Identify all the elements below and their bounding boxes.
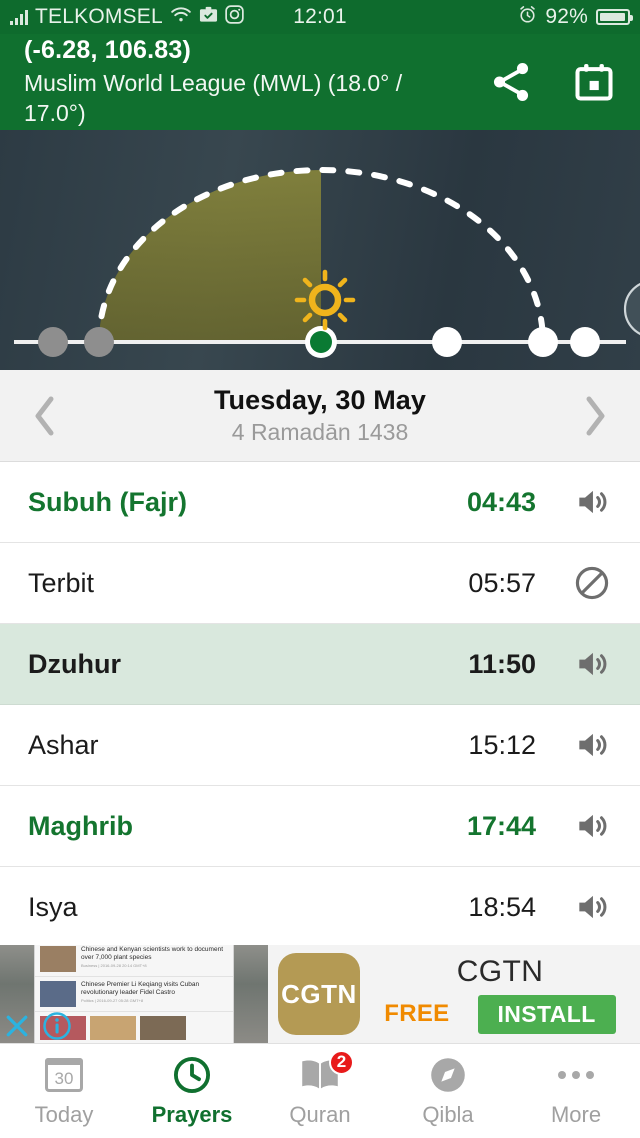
- bottom-navigation: 30 Today Prayers 2 Quran Qibla More: [0, 1043, 640, 1138]
- no-sound-icon[interactable]: [570, 564, 614, 602]
- signal-bars-icon: [10, 9, 28, 25]
- close-icon[interactable]: [2, 1011, 32, 1041]
- quran-badge: 2: [329, 1049, 354, 1075]
- ad-headline-text: Chinese and Kenyan scientists work to do…: [81, 946, 223, 962]
- ad-headline-2: Chinese Premier Li Keqiang visits Cuban …: [35, 977, 233, 1012]
- speaker-on-icon[interactable]: [570, 726, 614, 764]
- share-icon[interactable]: [488, 59, 534, 105]
- nav-label: Quran: [289, 1101, 351, 1127]
- ad-thumbnail: [40, 981, 76, 1007]
- ellipsis-icon: [555, 1055, 597, 1095]
- prayer-name: Subuh (Fajr): [28, 486, 187, 517]
- sun-path-graphic: [14, 167, 626, 358]
- ad-screenshot: Chinese and Kenyan scientists work to do…: [0, 945, 268, 1043]
- speaker-on-icon[interactable]: [570, 483, 614, 521]
- clock-icon: [171, 1055, 213, 1095]
- briefcase-check-icon: [199, 5, 218, 30]
- nav-label: More: [550, 1101, 602, 1127]
- nav-item-prayers[interactable]: Prayers: [128, 1044, 256, 1138]
- calendar-30-icon: 30: [45, 1055, 83, 1095]
- app-header: (-6.28, 106.83) Muslim World League (MWL…: [0, 34, 640, 130]
- prayer-time: 15:12: [468, 729, 536, 760]
- prayer-row-subuh[interactable]: Subuh (Fajr) 04:43: [0, 462, 640, 543]
- next-day-button[interactable]: [580, 393, 610, 439]
- marker-past-1[interactable]: [38, 327, 68, 357]
- speaker-on-icon[interactable]: [570, 888, 614, 926]
- nav-item-quran[interactable]: 2 Quran: [256, 1044, 384, 1138]
- marker-upcoming-2[interactable]: [528, 327, 558, 357]
- coordinates-label: (-6.28, 106.83): [24, 36, 191, 65]
- location-info[interactable]: (-6.28, 106.83) Muslim World League (MWL…: [24, 35, 470, 128]
- prayer-row-maghrib[interactable]: Maghrib 17:44: [0, 786, 640, 867]
- prayer-name: Isya: [28, 891, 78, 922]
- previous-day-button[interactable]: [30, 393, 60, 439]
- prayer-time: 18:54: [468, 891, 536, 922]
- speaker-on-icon[interactable]: [570, 807, 614, 845]
- marker-upcoming-3[interactable]: [570, 327, 600, 357]
- wifi-icon: [170, 5, 192, 29]
- nav-item-today[interactable]: 30 Today: [0, 1044, 128, 1138]
- ad-app-logo: CGTN: [278, 953, 360, 1035]
- nav-label: Today: [34, 1101, 94, 1127]
- ad-grid-tile: [140, 1016, 186, 1040]
- ad-content[interactable]: CGTN CGTN FREE INSTALL: [268, 945, 640, 1043]
- ad-install-button[interactable]: INSTALL: [477, 994, 616, 1034]
- ad-headline-text: Chinese Premier Li Keqiang visits Cuban …: [81, 981, 200, 997]
- calendar-icon[interactable]: [572, 60, 616, 104]
- ad-headline-meta: Politics | 2016-09-27 05:28 GMT+8: [81, 998, 144, 1004]
- prayer-row-terbit[interactable]: Terbit 05:57: [0, 543, 640, 624]
- prayer-name: Ashar: [28, 729, 99, 760]
- ad-banner[interactable]: Chinese and Kenyan scientists work to do…: [0, 945, 640, 1043]
- speaker-on-icon[interactable]: [570, 645, 614, 683]
- prayer-time: 04:43: [466, 486, 536, 517]
- nav-label: Qibla: [422, 1101, 474, 1127]
- compass-icon: [427, 1055, 469, 1095]
- prayer-time: 11:50: [468, 648, 536, 679]
- prayer-name: Maghrib: [28, 810, 133, 841]
- ad-grid-tile: [90, 1016, 136, 1040]
- alarm-clock-icon: [518, 5, 537, 30]
- sun-path-panel: [0, 130, 640, 370]
- prayer-times-list: Subuh (Fajr) 04:43 Terbit 05:57 Dzuhur 1…: [0, 462, 640, 948]
- prayer-row-dzuhur[interactable]: Dzuhur 11:50: [0, 624, 640, 705]
- ad-app-title: CGTN: [456, 954, 544, 988]
- prayer-name: Terbit: [28, 567, 95, 598]
- marker-upcoming-1[interactable]: [432, 327, 462, 357]
- nav-item-qibla[interactable]: Qibla: [384, 1044, 512, 1138]
- ad-controls: [2, 1011, 72, 1041]
- elapsed-day-area: [99, 170, 321, 342]
- ad-headline-1: Chinese and Kenyan scientists work to do…: [35, 945, 233, 977]
- status-bar-left: TELKOMSEL: [10, 4, 244, 30]
- nav-label: Prayers: [151, 1101, 233, 1127]
- marker-past-2[interactable]: [84, 327, 114, 357]
- prayer-row-isya[interactable]: Isya 18:54: [0, 867, 640, 948]
- status-bar-right: 92%: [518, 5, 633, 30]
- sun-icon: [294, 269, 356, 331]
- book-icon: 2: [299, 1049, 354, 1095]
- app-root: TELKOMSEL 12:01 92% (-6.28, 106.83) Musl…: [0, 0, 640, 1138]
- ad-free-label: FREE: [384, 1000, 450, 1027]
- carrier-label: TELKOMSEL: [35, 5, 163, 28]
- marker-current[interactable]: [310, 331, 332, 353]
- calculation-method-label: Muslim World League (MWL) (18.0° / 17.0°…: [24, 69, 403, 126]
- header-actions: [470, 59, 616, 105]
- status-bar: TELKOMSEL 12:01 92%: [0, 0, 640, 34]
- battery-icon: [596, 9, 633, 25]
- calendar-day-number: 30: [54, 1068, 74, 1088]
- hijri-date-label: 4 Ramadān 1438: [231, 419, 409, 445]
- info-icon[interactable]: [42, 1011, 72, 1041]
- date-navigation-bar: Tuesday, 30 May 4 Ramadān 1438: [0, 370, 640, 462]
- nav-item-more[interactable]: More: [512, 1044, 640, 1138]
- prayer-name: Dzuhur: [28, 648, 121, 679]
- gregorian-date-label: Tuesday, 30 May: [213, 385, 427, 415]
- current-date[interactable]: Tuesday, 30 May 4 Ramadān 1438: [60, 385, 580, 446]
- prayer-time: 05:57: [468, 567, 536, 598]
- prayer-row-ashar[interactable]: Ashar 15:12: [0, 705, 640, 786]
- ad-thumbnail: [40, 946, 76, 972]
- prayer-time: 17:44: [466, 810, 536, 841]
- ad-headline-meta: Business | 2016-09-28 20:14 GMT+8: [81, 963, 147, 969]
- instagram-icon: [225, 4, 244, 30]
- battery-percent-label: 92%: [545, 5, 588, 28]
